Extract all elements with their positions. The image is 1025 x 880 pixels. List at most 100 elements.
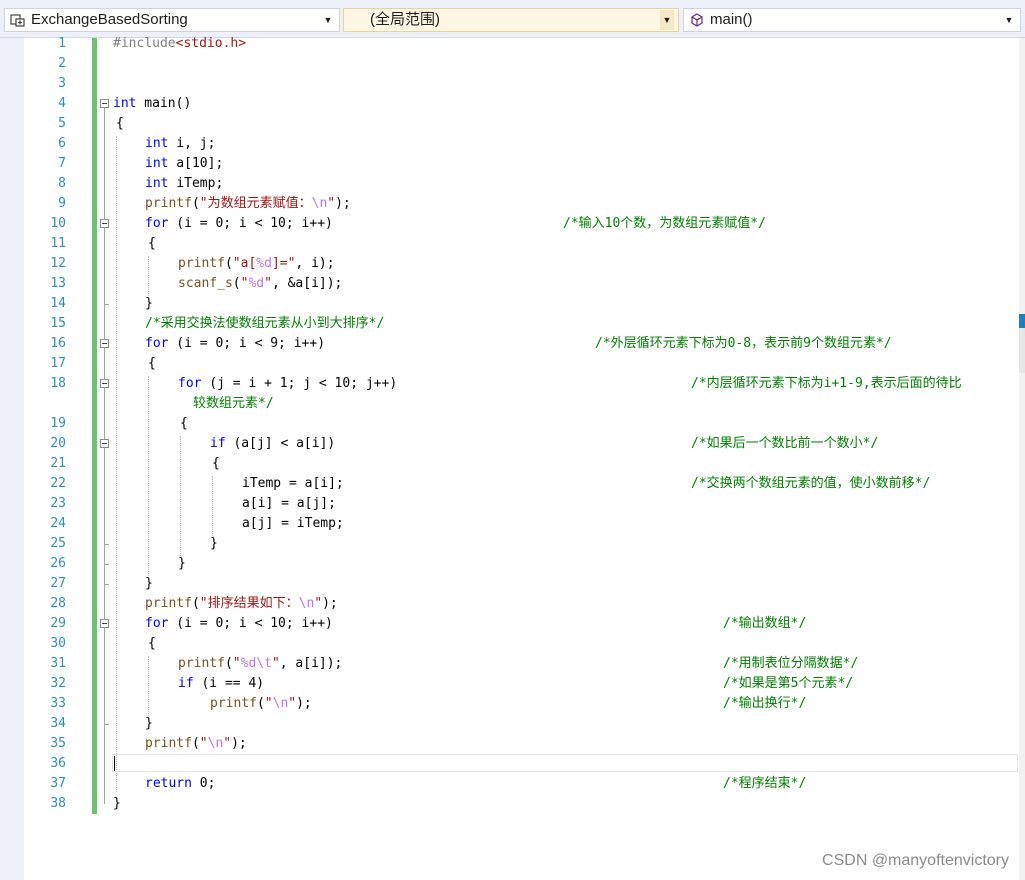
code-text: (a[j] < a[i]) (225, 436, 336, 451)
code-line[interactable]: { (148, 354, 156, 374)
vertical-scrollbar[interactable] (1019, 38, 1025, 880)
code-line[interactable]: for (j = i + 1; j < 10; j++) (178, 374, 397, 394)
string-literal: " (232, 656, 241, 671)
scope-label: (全局范围) (370, 11, 440, 28)
code-text: ( (224, 256, 233, 271)
keyword: for (145, 616, 169, 631)
line-number: 13 (50, 276, 66, 291)
keyword: for (145, 216, 169, 231)
line-number: 38 (50, 796, 66, 811)
code-line[interactable]: scanf_s("%d", &a[i]); (178, 274, 342, 294)
code-line[interactable]: a[j] = iTemp; (242, 514, 344, 534)
code-comment: /*采用交换法使数组元素从小到大排序*/ (145, 316, 385, 331)
code-line[interactable]: int a[10]; (145, 154, 223, 174)
line-number: 4 (58, 96, 66, 111)
editor-margin (0, 38, 24, 880)
line-number: 34 (50, 716, 66, 731)
code-line[interactable]: } (178, 554, 186, 574)
code-text: main() (136, 96, 192, 111)
code-line[interactable]: for (i = 0; i < 10; i++) (145, 214, 333, 234)
code-line[interactable]: { (148, 234, 156, 254)
code-line[interactable]: int iTemp; (145, 174, 223, 194)
code-text: ( (224, 656, 233, 671)
scrollbar-thumb[interactable] (1019, 328, 1025, 373)
code-comment: /*输出数组*/ (723, 616, 807, 631)
code-line[interactable]: printf("%d\t", a[i]); (178, 654, 342, 674)
indent-guide (148, 656, 149, 716)
collapse-icon[interactable] (100, 439, 109, 448)
string-literal: "排序结果如下： (199, 596, 299, 611)
outline-end (104, 544, 109, 545)
indent-guide (180, 436, 181, 556)
code-line[interactable]: printf("\n"); (210, 694, 312, 714)
code-line[interactable]: } (145, 294, 153, 314)
scope-dropdown[interactable]: (全局范围) ▼ (343, 8, 679, 32)
keyword: int (113, 96, 137, 111)
code-line[interactable]: { (212, 454, 220, 474)
code-comment: /*如果后一个数比前一个数小*/ (691, 436, 879, 451)
code-text: , a[i]); (279, 656, 343, 671)
code-line[interactable]: { (116, 114, 124, 134)
collapse-icon[interactable] (100, 99, 109, 108)
code-line[interactable]: { (148, 634, 156, 654)
change-tracking-bar (92, 38, 97, 814)
brace: { (212, 456, 220, 471)
code-line[interactable]: a[i] = a[j]; (242, 494, 336, 514)
line-number: 15 (50, 316, 66, 331)
collapse-icon[interactable] (100, 619, 109, 628)
code-line[interactable]: iTemp = a[i]; (242, 474, 344, 494)
indent-guide (148, 256, 149, 296)
code-line[interactable]: } (113, 794, 121, 814)
code-line[interactable]: printf("a[%d]=", i); (178, 254, 335, 274)
code-line[interactable]: if (i == 4) (178, 674, 264, 694)
code-line[interactable]: return 0; (145, 774, 215, 794)
code-line[interactable]: if (a[j] < a[i]) (210, 434, 335, 454)
code-line[interactable]: } (145, 574, 153, 594)
line-number: 25 (50, 536, 66, 551)
keyword: return (145, 776, 192, 791)
escape-sequence: \n (298, 596, 315, 611)
member-dropdown[interactable]: main() ▼ (683, 8, 1021, 32)
code-line[interactable]: } (210, 534, 218, 554)
code-line[interactable]: printf("排序结果如下：\n"); (145, 594, 338, 614)
chevron-down-icon[interactable]: ▼ (660, 10, 674, 30)
project-dropdown[interactable]: ExchangeBasedSorting ▼ (4, 8, 340, 32)
code-text: (i = 0; i < 10; i++) (168, 216, 333, 231)
collapse-icon[interactable] (100, 379, 109, 388)
line-number: 32 (50, 676, 66, 691)
line-number: 36 (50, 756, 66, 771)
code-text: ( (232, 276, 241, 291)
code-text: ( (191, 736, 200, 751)
chevron-down-icon[interactable]: ▼ (321, 10, 335, 30)
code-line[interactable]: for (i = 0; i < 10; i++) (145, 614, 333, 634)
brace: } (113, 796, 121, 811)
collapse-icon[interactable] (100, 219, 109, 228)
code-line[interactable]: #include<stdio.h> (113, 34, 246, 54)
code-text: iTemp = a[i]; (242, 476, 344, 491)
string-literal: " (223, 736, 232, 751)
code-text: a[10]; (168, 156, 224, 171)
code-line[interactable]: } (145, 714, 153, 734)
watermark: CSDN @manyoftenvictory (822, 852, 1009, 869)
code-line[interactable]: { (180, 414, 188, 434)
line-number: 11 (50, 236, 66, 251)
chevron-down-icon[interactable]: ▼ (1002, 10, 1016, 30)
string-literal: " (264, 276, 272, 291)
indent-guide (116, 136, 117, 792)
code-text: a[j] = iTemp; (242, 516, 344, 531)
code-line[interactable]: printf("\n"); (145, 734, 247, 754)
brace: } (145, 296, 153, 311)
brace: } (210, 536, 218, 551)
code-text: ( (191, 596, 200, 611)
navigation-bar: ExchangeBasedSorting ▼ (全局范围) ▼ main() ▼ (0, 0, 1025, 38)
method-cube-icon (691, 13, 703, 27)
code-line[interactable]: for (i = 0; i < 9; i++) (145, 334, 325, 354)
code-line[interactable]: int main() (113, 94, 191, 114)
string-literal: " (271, 656, 280, 671)
collapse-icon[interactable] (100, 339, 109, 348)
indent-guide (148, 376, 149, 576)
code-editor[interactable]: 1 2 3 4 5 6 7 8 9 10 11 12 13 14 15 16 1… (0, 36, 1025, 880)
code-line[interactable]: int i, j; (145, 134, 215, 154)
line-number: 17 (50, 356, 66, 371)
code-line[interactable]: printf("为数组元素赋值：\n"); (145, 194, 351, 214)
